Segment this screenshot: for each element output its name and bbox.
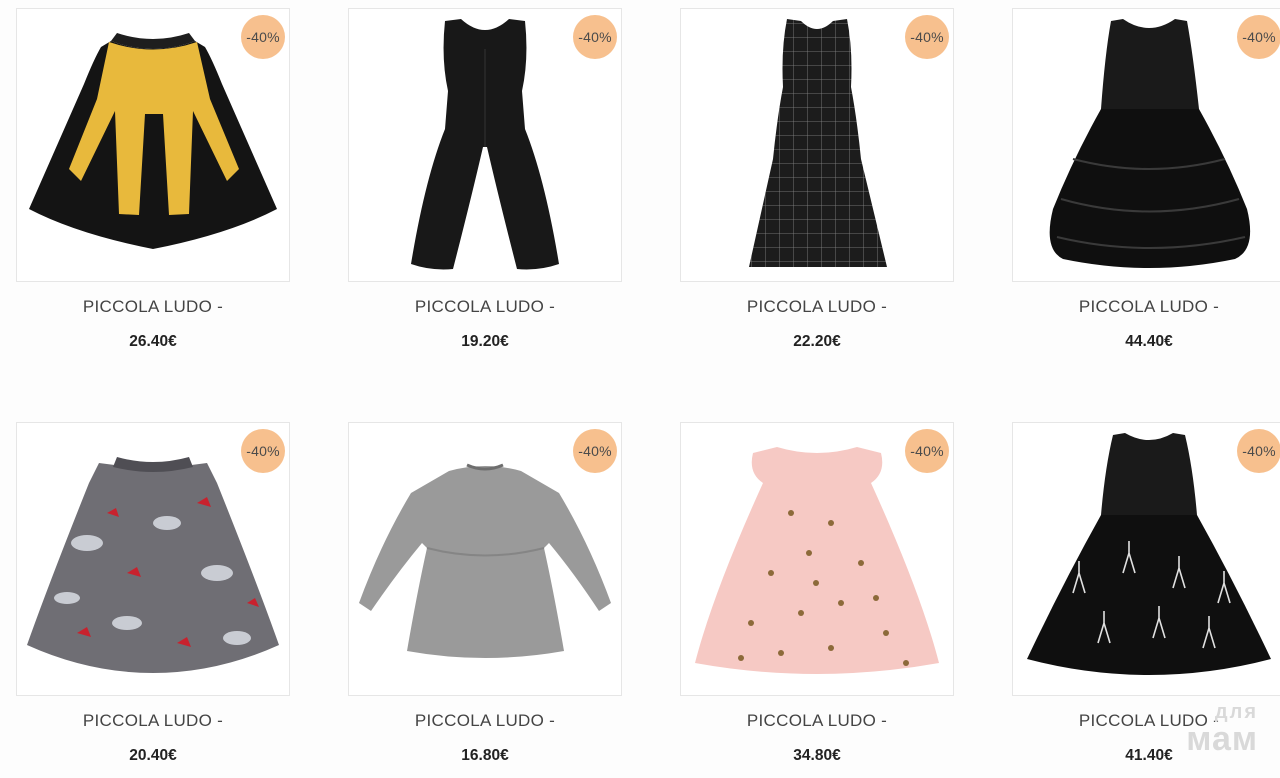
discount-badge: -40% <box>1237 429 1280 473</box>
product-name[interactable]: PICCOLA LUDO - <box>348 297 622 317</box>
product-price: 16.80€ <box>461 747 509 764</box>
product-card[interactable]: -40% PICCOLA LUDO - 16.80€ <box>348 422 622 765</box>
product-name[interactable]: PICCOLA LUDO - <box>16 297 290 317</box>
product-card[interactable]: -40% PICCOLA LUDO - 20.40€ <box>16 422 290 765</box>
product-image[interactable]: -40% <box>1012 8 1280 282</box>
product-image[interactable]: -40% <box>348 8 622 282</box>
product-price: 20.40€ <box>129 747 177 764</box>
product-image[interactable]: -40% <box>16 8 290 282</box>
product-image[interactable]: -40% <box>1012 422 1280 696</box>
discount-badge: -40% <box>573 429 617 473</box>
product-name[interactable]: PICCOLA LUDO - <box>348 711 622 731</box>
discount-badge: -40% <box>905 15 949 59</box>
product-image[interactable]: -40% <box>348 422 622 696</box>
product-price: 26.40€ <box>129 333 177 350</box>
product-price: 41.40€ <box>1125 747 1173 764</box>
product-price: 22.20€ <box>793 333 841 350</box>
product-price: 44.40€ <box>1125 333 1173 350</box>
product-image[interactable]: -40% <box>680 8 954 282</box>
product-name[interactable]: PICCOLA LUDO - <box>1012 711 1280 731</box>
discount-badge: -40% <box>241 15 285 59</box>
discount-badge: -40% <box>905 429 949 473</box>
product-image[interactable]: -40% <box>16 422 290 696</box>
tulle-dress-illustration <box>1049 19 1251 268</box>
product-card[interactable]: -40% PICCOLA LUDO - 44.40€ <box>1012 8 1280 351</box>
discount-badge: -40% <box>241 429 285 473</box>
product-name[interactable]: PICCOLA LUDO - <box>680 297 954 317</box>
discount-badge: -40% <box>573 15 617 59</box>
product-price: 19.20€ <box>461 333 509 350</box>
product-card[interactable]: -40% PICCOLA LUDO - 34.80€ <box>680 422 954 765</box>
product-image[interactable]: -40% <box>680 422 954 696</box>
product-card[interactable]: -40% PICCOLA LUDO - 26.40€ <box>16 8 290 351</box>
product-name[interactable]: PICCOLA LUDO - <box>16 711 290 731</box>
product-name[interactable]: PICCOLA LUDO - <box>1012 297 1280 317</box>
product-name[interactable]: PICCOLA LUDO - <box>680 711 954 731</box>
product-card[interactable]: -40% PICCOLA LUDO - 41.40€ <box>1012 422 1280 765</box>
product-price: 34.80€ <box>793 747 841 764</box>
product-card[interactable]: -40% PICCOLA LUDO - 19.20€ <box>348 8 622 351</box>
product-card[interactable]: -40% PICCOLA LUDO - 22.20€ <box>680 8 954 351</box>
discount-badge: -40% <box>1237 15 1280 59</box>
ballerina-dress-illustration <box>1027 433 1271 675</box>
